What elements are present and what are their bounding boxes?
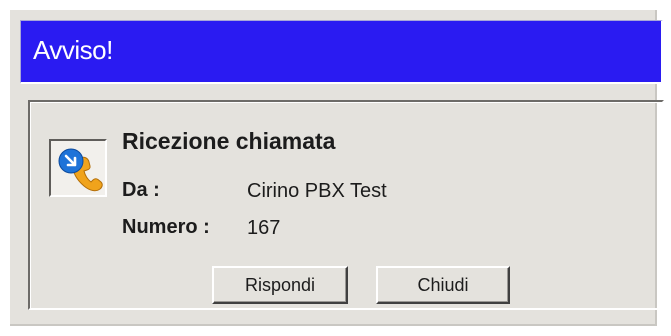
from-label: Da : <box>122 179 160 201</box>
number-label: Numero : <box>122 216 210 238</box>
incoming-call-icon <box>49 139 107 197</box>
from-value: Cirino PBX Test <box>247 180 387 202</box>
dialog-title-bar[interactable]: Avviso! <box>20 20 663 84</box>
answer-button[interactable]: Rispondi <box>212 266 348 304</box>
number-value: 167 <box>247 217 281 239</box>
call-info-panel: Ricezione chiamata Da : Cirino PBX Test … <box>28 100 664 310</box>
dialog-title: Avviso! <box>33 35 113 65</box>
close-button[interactable]: Chiudi <box>376 266 510 304</box>
call-heading: Ricezione chiamata <box>122 128 336 154</box>
